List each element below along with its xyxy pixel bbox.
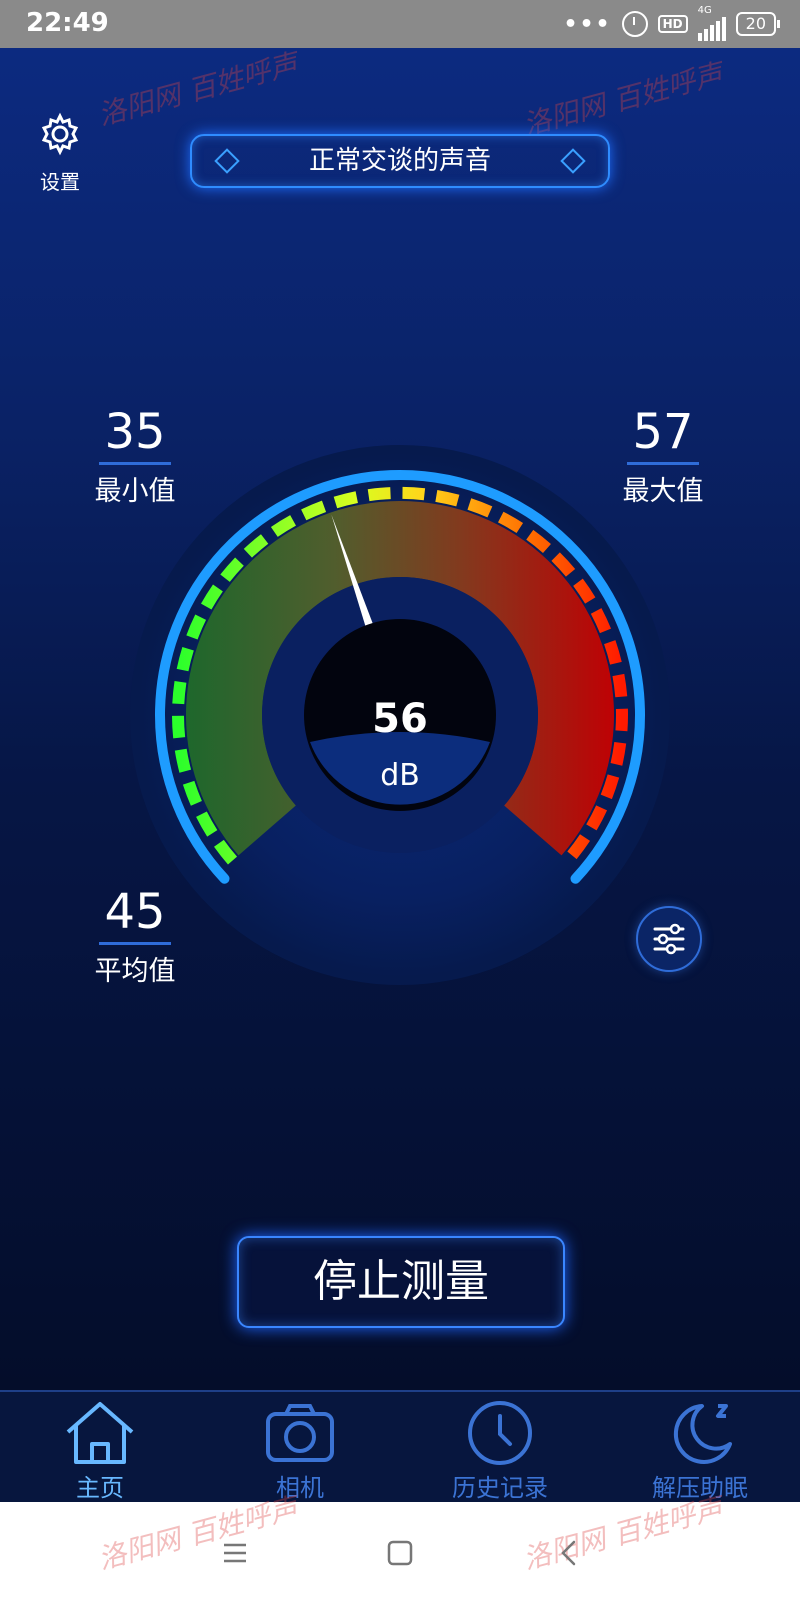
diamond-icon (560, 148, 586, 174)
signal-icon: 4G (697, 5, 726, 41)
tab-home[interactable]: 主页 (0, 1392, 200, 1504)
gauge-graphic: 56 dB (130, 445, 670, 985)
back-icon[interactable] (552, 1536, 586, 1570)
sound-level-description: 正常交谈的声音 (190, 134, 610, 188)
bottom-tab-bar: 主页 相机 历史记录 解压助眠 (0, 1390, 800, 1504)
home-square-icon[interactable] (383, 1536, 417, 1570)
network-type: 4G (697, 5, 712, 16)
decibel-gauge: 56 dB (125, 440, 675, 990)
status-time: 22:49 (26, 8, 109, 38)
diamond-icon (214, 148, 240, 174)
tab-camera-label: 相机 (276, 1474, 324, 1502)
status-bar: 22:49 ••• HD 4G 20 (0, 0, 800, 48)
clock-icon (468, 1401, 532, 1465)
watermark: 洛阳网 百姓呼声 (519, 56, 727, 142)
db-unit: dB (380, 758, 420, 793)
tab-home-label: 主页 (76, 1474, 124, 1502)
main-screen: 洛阳网 百姓呼声 洛阳网 百姓呼声 洛阳网 百姓呼声 设置 正常交谈的声音 35… (0, 48, 800, 1390)
tab-camera[interactable]: 相机 (200, 1392, 400, 1504)
tab-history[interactable]: 历史记录 (400, 1392, 600, 1504)
home-icon (66, 1402, 134, 1464)
alarm-icon (621, 11, 648, 37)
system-nav-bar: 洛阳网 百姓呼声 洛阳网 百姓呼声 (0, 1491, 800, 1600)
camera-icon (266, 1404, 334, 1462)
tab-relax-label: 解压助眠 (652, 1474, 748, 1502)
hd-icon: HD (657, 15, 688, 33)
settings-label: 设置 (40, 170, 80, 194)
tab-history-label: 历史记录 (452, 1474, 548, 1502)
stop-measure-button[interactable]: 停止测量 (237, 1236, 565, 1328)
watermark: 洛阳网 百姓呼声 (94, 48, 302, 132)
gear-icon (41, 112, 79, 156)
settings-button[interactable]: 设置 (30, 112, 90, 195)
tab-relax[interactable]: 解压助眠 (600, 1392, 800, 1504)
adjust-settings-button[interactable] (636, 906, 702, 972)
db-value: 56 (372, 696, 428, 742)
sliders-icon (653, 923, 685, 955)
mode-title: 正常交谈的声音 (308, 146, 491, 176)
menu-icon[interactable] (218, 1536, 252, 1570)
more-dots-icon: ••• (563, 11, 612, 37)
moon-icon (673, 1404, 732, 1464)
battery-icon: 20 (735, 12, 781, 36)
status-icons: ••• HD 4G 20 (563, 5, 781, 41)
